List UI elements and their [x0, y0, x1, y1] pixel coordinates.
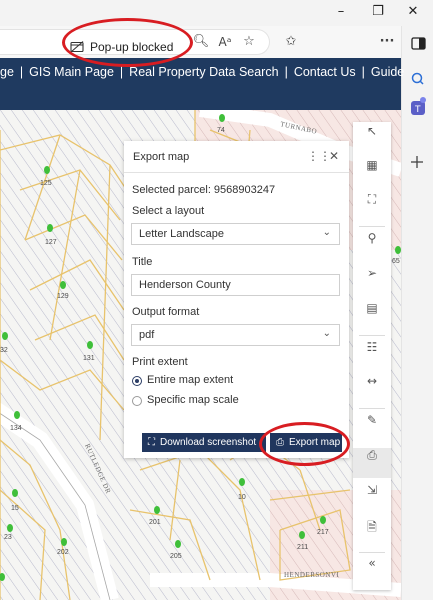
- extent-label: Print extent: [132, 356, 188, 368]
- more-menu-icon[interactable]: ···: [378, 33, 396, 51]
- parcel-label: 127: [45, 239, 57, 246]
- measure-icon[interactable]: ↔: [353, 374, 391, 404]
- site-navigation: ge | GIS Main Page | Real Property Data Sear…: [0, 58, 404, 110]
- nav-link-gis-main[interactable]: GIS Main Page: [29, 65, 114, 79]
- add-sidebar-icon[interactable]: [411, 156, 423, 168]
- parcel-label: 131: [83, 355, 95, 362]
- print-layout-icon[interactable]: ☷: [353, 340, 391, 370]
- parcel-label: 65: [392, 258, 400, 265]
- parcel-label: 205: [170, 553, 182, 560]
- svg-text:T: T: [414, 105, 421, 115]
- download-screenshot-button[interactable]: ⛶ Download screenshot: [142, 433, 266, 452]
- parcel-label: 129: [57, 293, 69, 300]
- favorites-list-icon[interactable]: ✩: [282, 33, 300, 51]
- radio-entire-extent[interactable]: [132, 376, 142, 386]
- export-file-icon[interactable]: 🗎︎: [353, 518, 391, 548]
- parcel-label: 125: [40, 180, 52, 187]
- chevron-down-icon: ⌄: [322, 227, 331, 238]
- format-label: Output format: [132, 306, 200, 318]
- title-value: Henderson County: [139, 279, 231, 291]
- screenshot-icon: ⛶: [148, 437, 155, 448]
- download-screenshot-label: Download screenshot: [160, 437, 257, 448]
- favorite-star-icon[interactable]: ☆: [240, 33, 258, 51]
- layout-select[interactable]: Letter Landscape ⌄: [131, 223, 340, 245]
- panel-title: Export map: [133, 151, 190, 163]
- collapse-double-chevron-icon[interactable]: «: [353, 556, 391, 586]
- sidebar-toggle-icon[interactable]: [411, 37, 426, 50]
- parcel-label: 217: [317, 529, 329, 536]
- select-pointer-icon[interactable]: ↖: [353, 124, 391, 154]
- nav-link-guide[interactable]: Guide: [371, 65, 404, 79]
- compass-icon[interactable]: ➢: [353, 266, 391, 296]
- zoom-extent-icon[interactable]: ⛶: [353, 192, 391, 222]
- read-aloud-icon[interactable]: Aᵃ: [216, 33, 234, 51]
- image-icon[interactable]: ▤: [353, 301, 391, 331]
- sidebar-icons: T: [411, 37, 426, 168]
- parcel-label: 32: [0, 347, 8, 354]
- location-pin-icon[interactable]: ⚲: [353, 231, 391, 261]
- parcel-label: 74: [217, 127, 225, 134]
- parcel-label: 23: [4, 534, 12, 541]
- road-label-hendersonville: HENDERSONVI: [284, 571, 339, 579]
- tool-divider: [359, 408, 385, 409]
- close-icon[interactable]: ✕: [329, 149, 339, 163]
- tool-divider: [359, 552, 385, 553]
- basemap-icon[interactable]: ▦: [353, 158, 391, 188]
- search-sidebar-icon[interactable]: [411, 72, 424, 85]
- format-value: pdf: [139, 329, 155, 341]
- radio-specific-scale-label[interactable]: Specific map scale: [147, 394, 239, 406]
- panel-divider: [124, 172, 349, 173]
- nav-link-property-search[interactable]: Real Property Data Search: [129, 65, 278, 79]
- map-tool-rail: ↖ ▦ ⛶ ⚲ ➢ ▤ ☷ ↔ ✎ ⎙ ⇲ 🗎︎ «: [353, 122, 391, 590]
- parcel-label: 134: [10, 425, 22, 432]
- parcel-label: 211: [297, 544, 308, 551]
- parcel-label: 10: [238, 494, 246, 501]
- drag-handle-icon[interactable]: ⋮⋮: [307, 149, 331, 163]
- minimize-button[interactable]: –: [330, 3, 352, 21]
- title-input[interactable]: Henderson County: [131, 274, 340, 296]
- layout-label: Select a layout: [132, 205, 205, 217]
- export-map-panel: Export map ⋮⋮ ✕ Selected parcel: 9568903…: [124, 141, 349, 458]
- radio-entire-extent-label[interactable]: Entire map extent: [147, 374, 233, 386]
- parcel-label: 202: [57, 549, 69, 556]
- browser-title-bar: – ❐ ✕: [0, 0, 433, 26]
- radio-specific-scale[interactable]: [132, 396, 142, 406]
- nav-link-contact[interactable]: Contact Us: [294, 65, 356, 79]
- restore-button[interactable]: ❐: [367, 3, 389, 21]
- close-window-button[interactable]: ✕: [402, 3, 424, 21]
- chevron-down-icon: ⌄: [322, 328, 331, 339]
- edit-pencil-icon[interactable]: ✎: [353, 413, 391, 443]
- title-label: Title: [132, 256, 153, 268]
- parcel-label: 201: [149, 519, 161, 526]
- layout-value: Letter Landscape: [139, 228, 225, 240]
- format-select[interactable]: pdf ⌄: [131, 324, 340, 346]
- zoom-icon[interactable]: 🔍︎: [192, 33, 210, 51]
- collapse-extent-icon[interactable]: ⇲: [353, 483, 391, 513]
- selected-parcel-text: Selected parcel: 9568903247: [132, 184, 276, 196]
- teams-icon[interactable]: T: [411, 97, 426, 115]
- tool-divider: [359, 335, 385, 336]
- print-icon[interactable]: ⎙: [353, 448, 391, 478]
- browser-sidebar: T: [401, 26, 433, 600]
- parcel-label: 15: [11, 505, 19, 512]
- annotation-circle-export: [259, 422, 350, 466]
- tool-divider: [359, 226, 385, 227]
- nav-link-home[interactable]: ge: [0, 65, 14, 79]
- annotation-circle-popup: [62, 18, 193, 67]
